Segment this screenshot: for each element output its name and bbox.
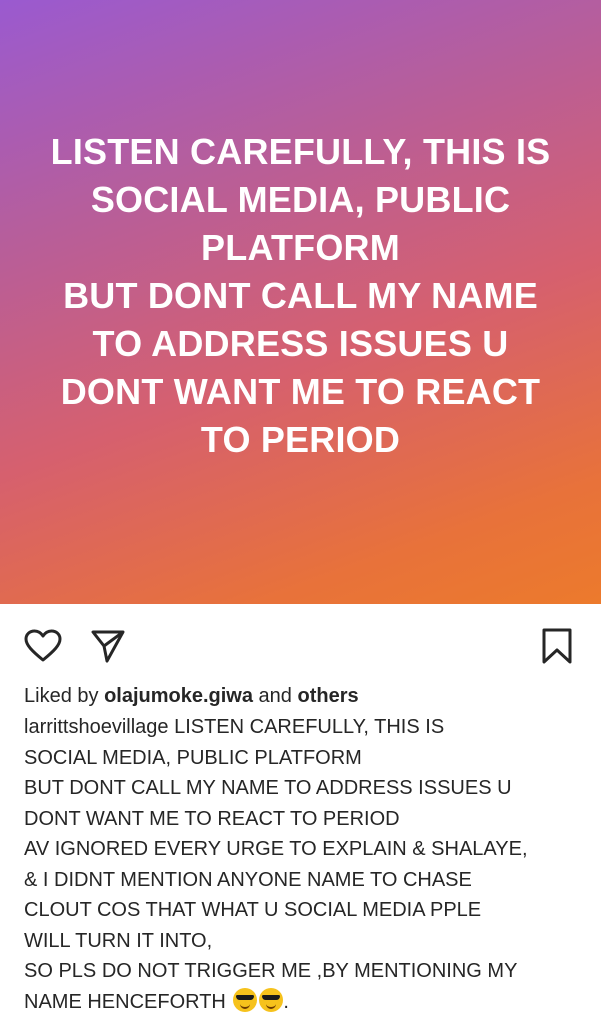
caption-text: LISTEN CAREFULLY, THIS IS SOCIAL MEDIA, … (24, 716, 528, 1013)
likes-middle: and (253, 685, 298, 707)
caption-username[interactable]: larrittshoevillage (24, 716, 169, 738)
post-actions-bar (0, 604, 601, 682)
post-image-text: LISTEN CAREFULLY, THIS IS SOCIAL MEDIA, … (50, 131, 551, 460)
caption-trailing: . (283, 990, 289, 1013)
bookmark-icon[interactable] (537, 626, 577, 666)
heart-icon[interactable] (23, 626, 63, 666)
post-image[interactable]: LISTEN CAREFULLY, THIS IS SOCIAL MEDIA, … (0, 0, 601, 604)
sunglasses-emoji-icon (259, 987, 284, 1012)
liker-username[interactable]: olajumoke.giwa (104, 685, 253, 707)
post-caption: larrittshoevillage LISTEN CAREFULLY, THI… (0, 712, 601, 1017)
send-icon[interactable] (88, 626, 128, 666)
sunglasses-emoji-icon (233, 987, 258, 1012)
likes-prefix: Liked by (24, 685, 105, 707)
likes-line: Liked by olajumoke.giwa and others (0, 682, 601, 712)
likes-others-link[interactable]: others (297, 685, 358, 707)
